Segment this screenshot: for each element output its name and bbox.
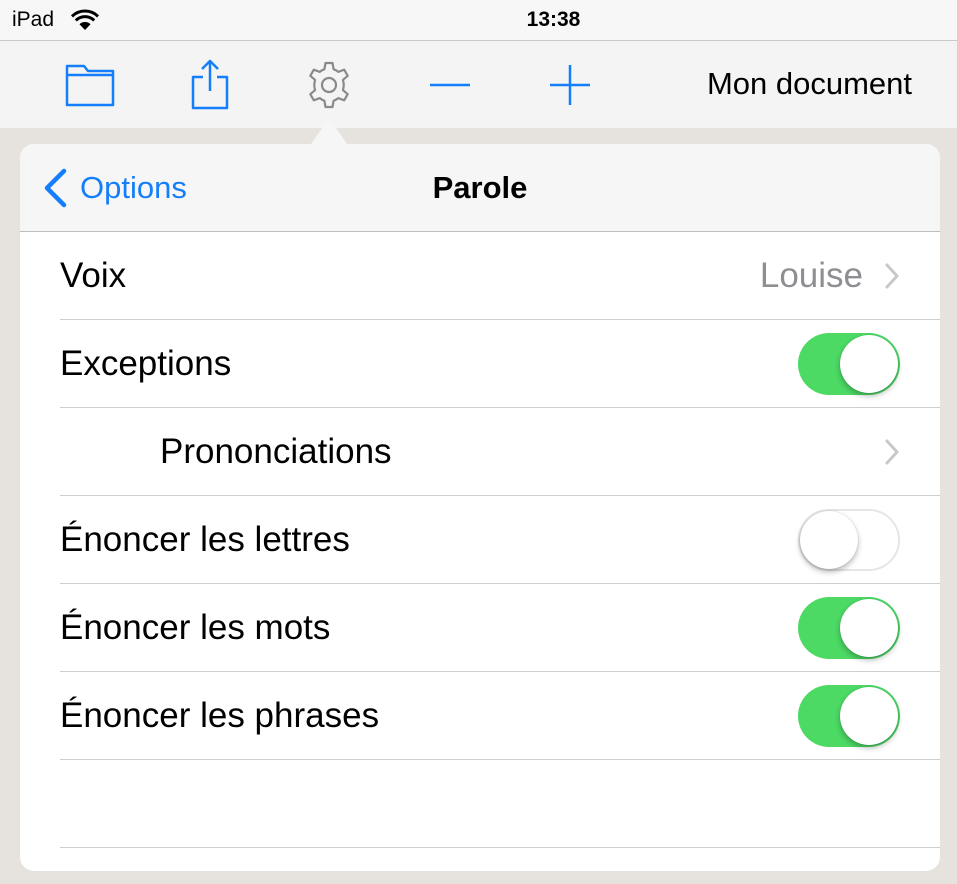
- row-label: Prononciations: [160, 432, 392, 471]
- row-label: Exceptions: [60, 344, 232, 383]
- status-time: 13:38: [526, 8, 581, 31]
- popover-title: Parole: [432, 170, 528, 205]
- zoom-out-button[interactable]: [426, 63, 474, 107]
- document-title[interactable]: Mon document: [707, 65, 912, 103]
- row-exceptions: Exceptions: [60, 320, 940, 408]
- row-speak-sentences: Énoncer les phrases: [60, 672, 940, 760]
- chevron-right-icon: [885, 439, 899, 465]
- settings-button[interactable]: [302, 59, 356, 111]
- toggle-knob: [840, 335, 898, 393]
- row-voice[interactable]: Voix Louise: [60, 232, 940, 320]
- exceptions-toggle[interactable]: [798, 333, 900, 395]
- speak-words-toggle[interactable]: [798, 597, 900, 659]
- toggle-knob: [840, 599, 898, 657]
- row-speak-words: Énoncer les mots: [60, 584, 940, 672]
- toolbar: Mon document: [0, 40, 957, 128]
- speech-settings-popover: Options Parole Voix Louise Exceptions Pr…: [20, 144, 940, 871]
- popover-arrow: [311, 118, 347, 144]
- gear-icon: [309, 61, 349, 109]
- row-label: Voix: [60, 256, 127, 295]
- share-icon: [191, 59, 229, 110]
- popover-navigation-bar: Options Parole: [20, 144, 940, 232]
- folder-icon: [65, 64, 115, 107]
- chevron-right-icon: [885, 263, 899, 289]
- row-label: Énoncer les phrases: [60, 696, 380, 735]
- share-button[interactable]: [186, 55, 234, 113]
- row-empty: [60, 760, 940, 848]
- speak-sentences-toggle[interactable]: [798, 685, 900, 747]
- row-pronunciations[interactable]: Prononciations: [60, 408, 940, 496]
- folder-button[interactable]: [62, 59, 118, 111]
- plus-icon: [550, 65, 590, 105]
- status-bar: iPad 13:38: [0, 0, 957, 40]
- minus-icon: [430, 83, 470, 87]
- toggle-knob: [800, 511, 858, 569]
- row-label: Énoncer les lettres: [60, 520, 350, 559]
- row-label: Énoncer les mots: [60, 608, 331, 647]
- row-speak-letters: Énoncer les lettres: [60, 496, 940, 584]
- zoom-in-button[interactable]: [546, 63, 594, 107]
- row-value: Louise: [759, 256, 863, 295]
- speak-letters-toggle[interactable]: [798, 509, 900, 571]
- toggle-knob: [840, 687, 898, 745]
